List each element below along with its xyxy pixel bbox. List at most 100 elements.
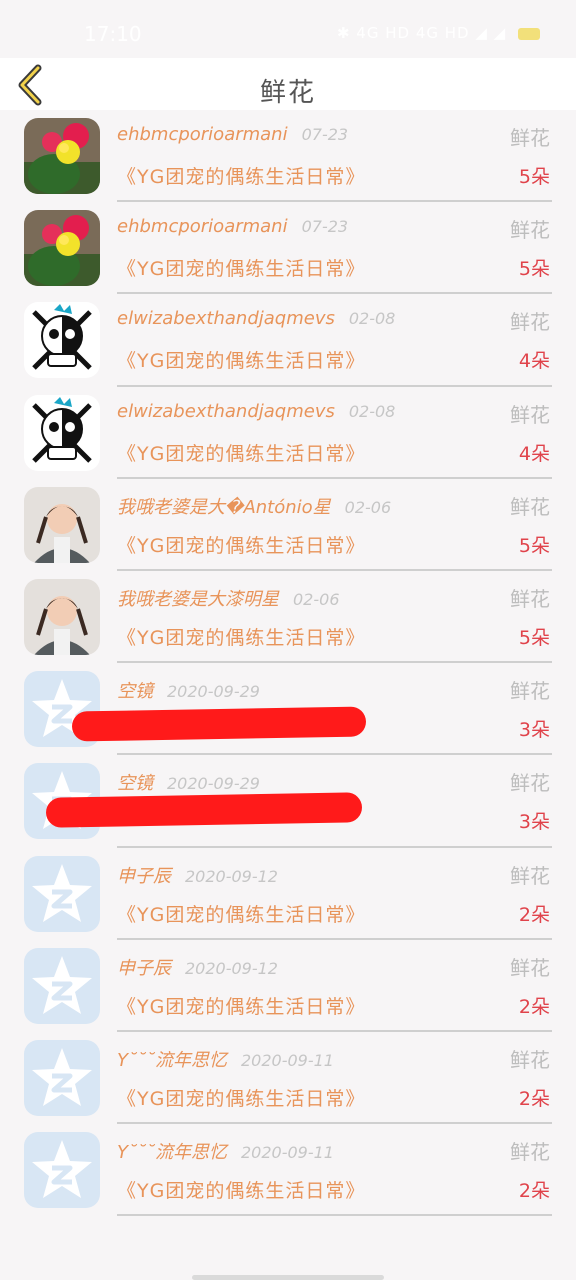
flower-count: 5朵 xyxy=(518,534,550,557)
sender-name[interactable]: 申子辰 2020-09-12 xyxy=(117,954,278,980)
avatar[interactable] xyxy=(24,302,100,379)
flower-count: 2朵 xyxy=(518,995,550,1018)
sender-name[interactable]: 我哦老婆是大漆明星 02-06 xyxy=(117,585,340,611)
book-title[interactable]: 《YG团宠的偶练生活日常》 xyxy=(117,346,365,373)
list-item[interactable]: elwizabexthandjaqmevs 02-08 鲜花《YG团宠的偶练生活日常… xyxy=(0,387,576,479)
record-date: 2020-09-12 xyxy=(185,958,278,978)
avatar[interactable] xyxy=(24,394,100,471)
status-bar: 17:10 ✱ 4G HD 4G HD ◢ ◢ xyxy=(0,0,576,58)
flower-count: 5朵 xyxy=(518,626,550,649)
avatar[interactable] xyxy=(24,118,100,194)
avatar[interactable] xyxy=(24,1132,100,1209)
flower-count: 2朵 xyxy=(518,1087,550,1110)
book-title[interactable]: 《YG团宠的偶练生活日常》 xyxy=(117,623,365,650)
list-item[interactable]: 申子辰 2020-09-12 鲜花 《YG团宠的偶练生活日常》 2朵 xyxy=(0,940,576,1032)
sender-name-text: ehbmcporioarmani xyxy=(117,124,288,145)
sender-name[interactable]: ehbmcporioarmani 07-23 xyxy=(117,216,348,237)
sender-name[interactable]: elwizabexthandjaqmevs 02-08 xyxy=(117,401,395,422)
divider xyxy=(117,1214,552,1217)
gift-record-list[interactable]: ehbmcporioarmani 07-23 鲜花 《YG团宠的偶练生活日常》 5朵 eh… xyxy=(0,110,576,1217)
sender-name[interactable]: 申子辰 2020-09-12 xyxy=(117,862,278,888)
book-title[interactable]: 《YG团宠的偶练生活日常》 xyxy=(117,1084,365,1111)
signal-icons: ✱ 4G HD 4G HD ◢ ◢ xyxy=(336,24,507,42)
gift-type-label: 鲜花 xyxy=(510,1140,550,1165)
girl-photo-avatar xyxy=(24,486,100,563)
record-date: 2020-09-11 xyxy=(241,1050,334,1070)
avatar[interactable] xyxy=(24,486,100,563)
sender-name-text: 空镜 xyxy=(117,681,153,703)
sender-name[interactable]: 我哦老婆是大�António星 02-06 xyxy=(117,493,391,519)
record-date: 2020-09-29 xyxy=(167,682,260,702)
record-date: 07-23 xyxy=(301,217,349,237)
gift-type-label: 鲜花 xyxy=(510,863,550,888)
record-date: 02-08 xyxy=(348,401,396,421)
list-item[interactable]: Y˘˘˘流年思忆 2020-09-11 鲜花《YG团宠的偶练生活日常》 2朵 xyxy=(0,1124,576,1217)
book-title[interactable]: 《YG团宠的偶练生活日常》 xyxy=(117,439,365,466)
avatar[interactable] xyxy=(24,578,100,655)
battery-icon xyxy=(518,27,540,40)
sender-name-text: Y˘˘˘流年思忆 xyxy=(117,1049,227,1071)
book-title[interactable]: 《YG团宠的偶练生活日常》 xyxy=(117,1176,365,1203)
list-item[interactable]: 我哦老婆是大漆明星 02-06 鲜花《YG团宠的偶练生活日常》 5朵 xyxy=(0,571,576,664)
cactus-photo-avatar xyxy=(24,210,100,287)
sender-name[interactable]: 空镜 2020-09-29 xyxy=(117,769,260,795)
skull-logo-avatar xyxy=(24,394,100,471)
default-star-avatar xyxy=(24,947,100,1024)
sender-name-text: 申子辰 xyxy=(117,957,171,979)
status-time: 17:10 xyxy=(84,22,142,46)
list-item[interactable]: 申子辰 2020-09-12 鲜花《YG团宠的偶练生活日常》 2朵 xyxy=(0,848,576,940)
book-title[interactable]: 《YG团宠的偶练生活日常》 xyxy=(117,162,365,189)
sender-name[interactable]: elwizabexthandjaqmevs 02-08 xyxy=(117,308,395,329)
list-item[interactable]: ehbmcporioarmani 07-23 鲜花《YG团宠的偶练生活日常》 5朵 xyxy=(0,110,576,203)
sender-name-text: ehbmcporioarmani xyxy=(117,216,288,238)
sender-name[interactable]: Y˘˘˘流年思忆 2020-09-11 xyxy=(117,1138,334,1164)
book-title[interactable]: 《YG团宠的偶练生活日常》 xyxy=(117,254,365,281)
sender-name-text: 我哦老婆是大漆明星 xyxy=(117,588,279,610)
flower-count: 3朵 xyxy=(518,719,550,742)
gift-type-label: 鲜花 xyxy=(510,771,550,796)
flower-count: 2朵 xyxy=(518,1180,550,1203)
avatar[interactable] xyxy=(24,855,100,932)
list-item[interactable]: elwizabexthandjaqmevs 02-08 鲜花《YG团宠的偶练生活日常… xyxy=(0,294,576,387)
avatar[interactable] xyxy=(24,947,100,1024)
default-star-avatar xyxy=(24,1039,100,1116)
avatar[interactable] xyxy=(24,1039,100,1116)
list-item[interactable]: 我哦老婆是大�António星 02-06 鲜花《YG团宠的偶练生活日常》 5朵 xyxy=(0,479,576,571)
gift-type-label: 鲜花 xyxy=(510,586,550,611)
book-title[interactable]: 《YG团宠的偶练生活日常》 xyxy=(117,531,365,558)
record-date: 2020-09-29 xyxy=(167,774,260,794)
flower-count: 4朵 xyxy=(518,350,550,373)
book-title[interactable]: 《YG团宠的偶练生活日常》 xyxy=(117,992,365,1019)
sender-name-text: Y˘˘˘流年思忆 xyxy=(117,1142,227,1164)
record-date: 07-23 xyxy=(301,125,349,144)
gift-type-label: 鲜花 xyxy=(510,310,550,335)
record-date: 2020-09-11 xyxy=(241,1143,334,1163)
girl-photo-avatar xyxy=(24,578,100,655)
sender-name[interactable]: Y˘˘˘流年思忆 2020-09-11 xyxy=(117,1046,334,1072)
redaction-mark xyxy=(71,706,367,742)
gift-type-label: 鲜花 xyxy=(510,679,550,704)
gift-type-label: 鲜花 xyxy=(510,402,550,427)
record-date: 02-06 xyxy=(344,497,392,517)
home-indicator[interactable] xyxy=(192,1275,384,1280)
list-item[interactable]: 空镜 2020-09-29 鲜花 3朵 xyxy=(0,663,576,756)
page-title: 鲜花 xyxy=(259,78,316,108)
skull-logo-avatar xyxy=(24,302,100,379)
list-item[interactable]: Y˘˘˘流年思忆 2020-09-11 鲜花 《YG团宠的偶练生活日常》 2朵 xyxy=(0,1032,576,1125)
gift-type-label: 鲜花 xyxy=(510,126,550,150)
avatar[interactable] xyxy=(24,210,100,287)
sender-name-text: 空镜 xyxy=(117,773,153,795)
flower-count: 2朵 xyxy=(518,903,550,926)
gift-type-label: 鲜花 xyxy=(510,494,550,519)
title-bar: 鲜花 xyxy=(0,58,576,110)
sender-name-text: elwizabexthandjaqmevs xyxy=(117,308,335,330)
sender-name[interactable]: ehbmcporioarmani 07-23 xyxy=(117,124,348,145)
flower-count: 3朵 xyxy=(518,811,550,834)
default-star-avatar xyxy=(24,855,100,932)
flower-count: 5朵 xyxy=(518,166,550,188)
list-item[interactable]: ehbmcporioarmani 07-23 鲜花 《YG团宠的偶练生活日常》 5朵 xyxy=(0,202,576,295)
sender-name[interactable]: 空镜 2020-09-29 xyxy=(117,677,260,703)
book-title[interactable]: 《YG团宠的偶练生活日常》 xyxy=(117,900,365,927)
list-item[interactable]: 空镜 2020-09-29 鲜花 3朵 xyxy=(0,755,576,848)
cactus-photo-avatar xyxy=(24,118,100,194)
